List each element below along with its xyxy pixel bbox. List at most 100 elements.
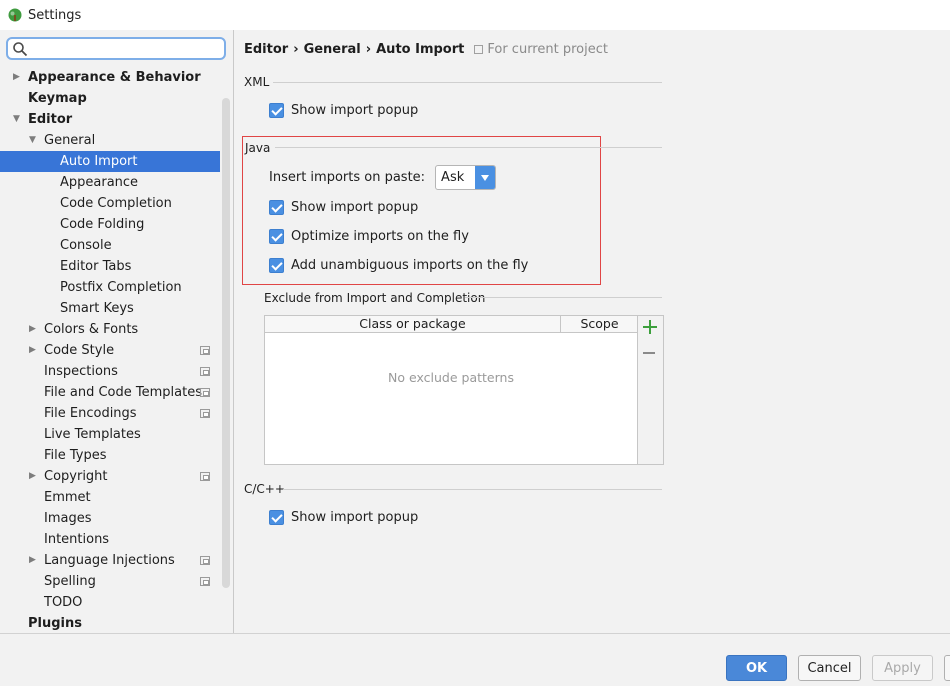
sidebar-item-plugins[interactable]: Plugins	[0, 613, 220, 634]
dropdown-arrow-icon[interactable]	[475, 166, 496, 189]
help-button[interactable]	[944, 655, 950, 681]
sidebar-item-label: Colors & Fonts	[44, 322, 139, 337]
sidebar-item-language-injections[interactable]: ▶ Language Injections	[0, 550, 220, 571]
sidebar-item-label: Smart Keys	[60, 301, 134, 316]
apply-button[interactable]: Apply	[872, 655, 933, 681]
exclude-empty-text: No exclude patterns	[388, 370, 514, 385]
sidebar-item-label: Images	[44, 511, 92, 526]
sidebar-item-smart-keys[interactable]: Smart Keys	[0, 298, 220, 319]
sidebar-item-appearance[interactable]: Appearance	[0, 172, 220, 193]
insert-imports-select[interactable]: Ask	[435, 165, 497, 190]
add-unambiguous-imports[interactable]: Add unambiguous imports on the fly	[269, 258, 528, 273]
sidebar-item-console[interactable]: Console	[0, 235, 220, 256]
insert-imports-value: Ask	[441, 170, 465, 185]
collapsed-arrow-icon[interactable]: ▶	[13, 67, 23, 88]
remove-icon[interactable]	[643, 352, 655, 354]
sidebar-item-intentions[interactable]: Intentions	[0, 529, 220, 550]
column-class-or-package[interactable]: Class or package	[265, 316, 561, 332]
sidebar-item-file-types[interactable]: File Types	[0, 445, 220, 466]
optimize-imports-checkbox[interactable]	[269, 229, 284, 244]
project-level-icon	[200, 346, 210, 355]
cpp-show-import-popup[interactable]: Show import popup	[269, 510, 418, 525]
breadcrumb: Editor › General › Auto Import For curre…	[244, 40, 608, 58]
sidebar-item-code-style[interactable]: ▶ Code Style	[0, 340, 220, 361]
sidebar-item-label: Code Folding	[60, 217, 145, 232]
sidebar-scrollbar[interactable]	[222, 98, 230, 588]
sidebar-item-copyright[interactable]: ▶ Copyright	[0, 466, 220, 487]
expanded-arrow-icon[interactable]: ▼	[13, 109, 23, 130]
add-unambiguous-imports-checkbox[interactable]	[269, 258, 284, 273]
sidebar-item-label: Keymap	[28, 91, 87, 106]
sidebar-item-todo[interactable]: TODO	[0, 592, 220, 613]
breadcrumb-separator: ›	[293, 41, 299, 57]
add-unambiguous-imports-label: Add unambiguous imports on the fly	[291, 258, 529, 273]
sidebar-item-postfix-completion[interactable]: Postfix Completion	[0, 277, 220, 298]
collapsed-arrow-icon[interactable]: ▶	[29, 340, 39, 361]
sidebar-item-label: Live Templates	[44, 427, 141, 442]
search-box[interactable]	[6, 37, 226, 60]
project-level-icon	[200, 388, 210, 397]
dialog-footer: OK Cancel Apply	[0, 633, 950, 686]
sidebar-item-keymap[interactable]: Keymap	[0, 88, 220, 109]
sidebar-item-code-completion[interactable]: Code Completion	[0, 193, 220, 214]
collapsed-arrow-icon[interactable]: ▶	[29, 466, 39, 487]
column-scope[interactable]: Scope	[562, 316, 637, 332]
sidebar-item-label: Editor	[28, 112, 73, 127]
sidebar-item-live-templates[interactable]: Live Templates	[0, 424, 220, 445]
optimize-imports-label: Optimize imports on the fly	[291, 229, 469, 244]
sidebar-item-label: Auto Import	[60, 154, 138, 169]
sidebar-item-general[interactable]: ▼ General	[0, 130, 220, 151]
sidebar-item-file-and-code-templates[interactable]: File and Code Templates	[0, 382, 220, 403]
sidebar-item-images[interactable]: Images	[0, 508, 220, 529]
ok-button[interactable]: OK	[726, 655, 787, 681]
java-show-import-popup[interactable]: Show import popup	[269, 200, 418, 215]
add-icon[interactable]	[643, 320, 657, 334]
settings-sidebar: ▶ Appearance & Behavior Keymap ▼ Editor ▼ Gene…	[0, 30, 234, 633]
title-bar: Settings	[0, 0, 950, 30]
window-title: Settings	[28, 7, 82, 23]
sidebar-item-emmet[interactable]: Emmet	[0, 487, 220, 508]
sidebar-item-label: Spelling	[44, 574, 96, 589]
sidebar-item-appearance-behavior[interactable]: ▶ Appearance & Behavior	[0, 67, 220, 88]
insert-imports-row: Insert imports on paste: Ask	[269, 165, 497, 190]
expanded-arrow-icon[interactable]: ▼	[29, 130, 39, 151]
java-show-import-popup-checkbox[interactable]	[269, 200, 284, 215]
sidebar-item-label: Plugins	[28, 616, 82, 631]
breadcrumb-editor: Editor	[244, 41, 289, 57]
app-logo-icon	[8, 8, 22, 22]
exclude-table-toolbar	[638, 315, 664, 465]
sidebar-item-code-folding[interactable]: Code Folding	[0, 214, 220, 235]
sidebar-item-label: Code Completion	[60, 196, 172, 211]
sidebar-item-label: General	[44, 133, 96, 148]
collapsed-arrow-icon[interactable]: ▶	[29, 319, 39, 340]
sidebar-item-colors-fonts[interactable]: ▶ Colors & Fonts	[0, 319, 220, 340]
sidebar-item-file-encodings[interactable]: File Encodings	[0, 403, 220, 424]
exclude-section-divider	[465, 297, 662, 298]
sidebar-item-label: Emmet	[44, 490, 91, 505]
breadcrumb-auto-import: Auto Import	[376, 41, 465, 57]
sidebar-item-label: Appearance & Behavior	[28, 70, 201, 85]
optimize-imports[interactable]: Optimize imports on the fly	[269, 229, 469, 244]
sidebar-item-editor[interactable]: ▼ Editor	[0, 109, 220, 130]
sidebar-item-inspections[interactable]: Inspections	[0, 361, 220, 382]
sidebar-item-auto-import[interactable]: Auto Import	[0, 151, 220, 172]
sidebar-item-label: File Types	[44, 448, 107, 463]
project-scope-label: For current project	[487, 41, 608, 57]
sidebar-item-label: Editor Tabs	[60, 259, 132, 274]
cpp-section-divider	[283, 489, 662, 490]
project-level-icon	[200, 472, 210, 481]
sidebar-item-label: Intentions	[44, 532, 110, 547]
exclude-table[interactable]: Class or package Scope No exclude patter…	[264, 315, 638, 465]
cpp-show-import-popup-checkbox[interactable]	[269, 510, 284, 525]
collapsed-arrow-icon[interactable]: ▶	[29, 550, 39, 571]
sidebar-item-label: Appearance	[60, 175, 139, 190]
sidebar-item-spelling[interactable]: Spelling	[0, 571, 220, 592]
project-level-icon	[200, 556, 210, 565]
xml-show-import-popup-checkbox[interactable]	[269, 103, 284, 118]
sidebar-item-label: File and Code Templates	[44, 385, 202, 400]
search-input[interactable]	[30, 40, 220, 57]
cancel-button[interactable]: Cancel	[798, 655, 861, 681]
sidebar-item-editor-tabs[interactable]: Editor Tabs	[0, 256, 220, 277]
java-section-title: Java	[245, 141, 271, 155]
xml-show-import-popup[interactable]: Show import popup	[269, 103, 418, 118]
